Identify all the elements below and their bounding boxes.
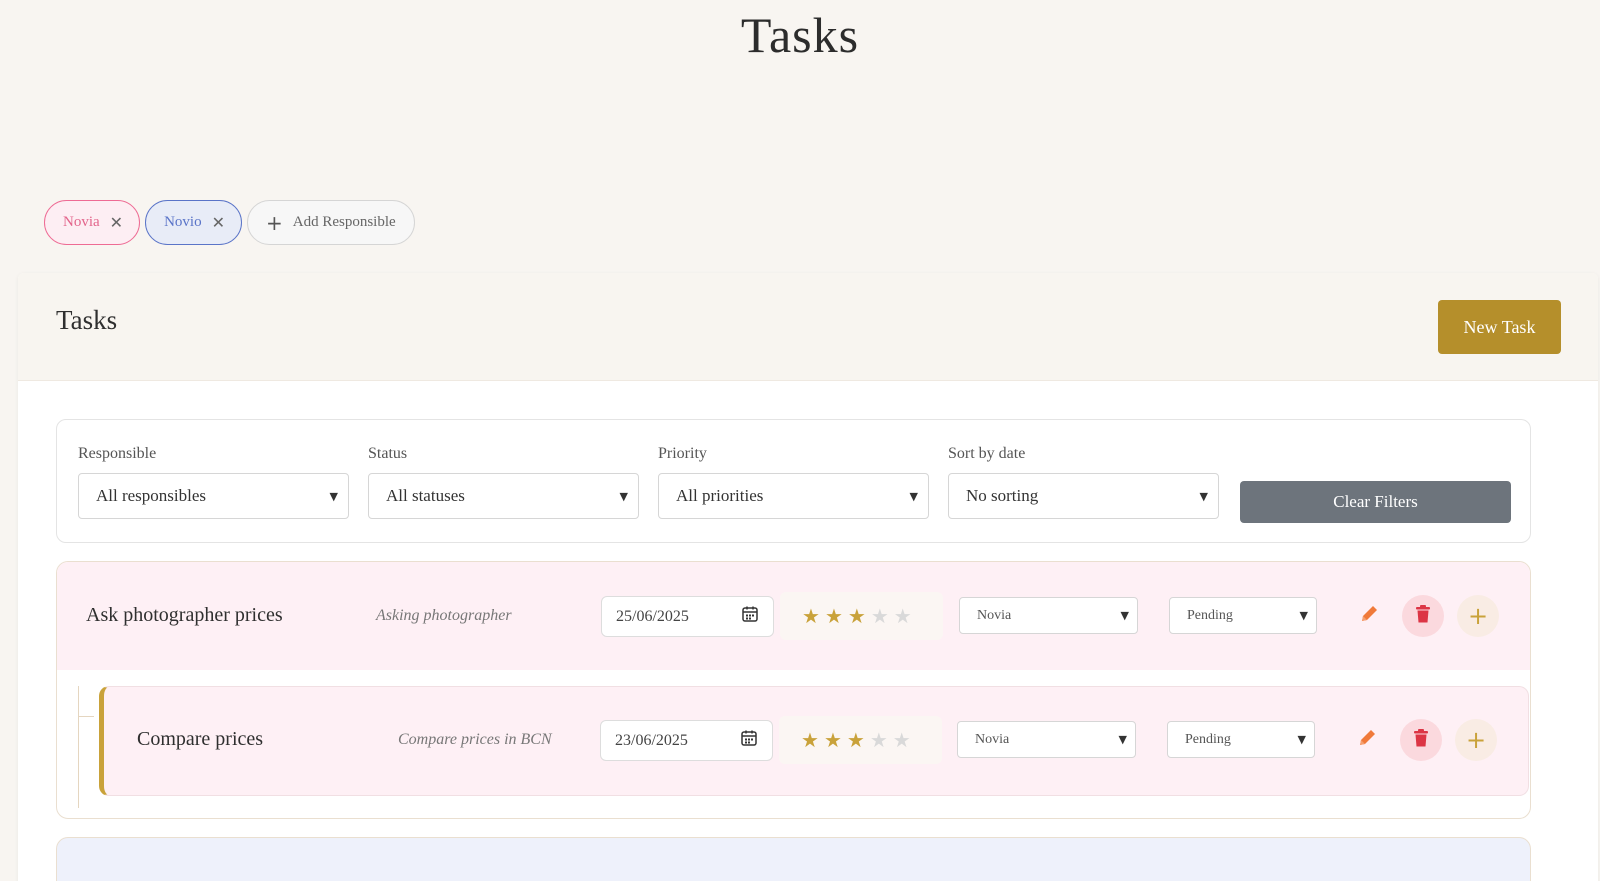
calendar-icon[interactable] <box>741 605 759 628</box>
task-description: Asking photographer <box>376 607 512 624</box>
priority-stars: ★ ★ ★ ★ ★ <box>779 716 942 764</box>
chevron-down-icon: ▼ <box>1199 489 1208 503</box>
select-value: No sorting <box>966 486 1039 505</box>
task-description: Compare prices in BCN <box>398 731 552 748</box>
add-responsible-button[interactable]: + Add Responsible <box>246 200 415 245</box>
task-responsible-select[interactable]: Novia ▼ <box>957 721 1136 758</box>
select-value: Novia <box>977 607 1012 623</box>
pencil-icon <box>1356 727 1378 754</box>
select-value: Pending <box>1187 607 1233 623</box>
task-group <box>56 837 1531 881</box>
chevron-down-icon: ▼ <box>1118 733 1127 746</box>
filter-label: Responsible <box>78 445 157 462</box>
responsible-select[interactable]: All responsibles ▼ <box>78 473 349 519</box>
edit-button[interactable] <box>1346 719 1388 761</box>
trash-icon <box>1414 604 1432 629</box>
delete-button[interactable] <box>1400 719 1442 761</box>
select-value: Novia <box>975 731 1010 747</box>
task-group: Ask photographer prices Asking photograp… <box>56 561 1531 819</box>
filters-bar: Responsible All responsibles ▼ Status Al… <box>56 419 1531 543</box>
filter-status: Status All statuses ▼ <box>368 445 639 519</box>
responsible-chip-label: Novio <box>164 214 202 230</box>
task-row: Ask photographer prices Asking photograp… <box>57 562 1530 670</box>
filter-sort: Sort by date No sorting ▼ <box>948 445 1219 519</box>
chevron-down-icon: ▼ <box>1120 609 1129 622</box>
task-status-select[interactable]: Pending ▼ <box>1167 721 1315 758</box>
pencil-icon <box>1358 603 1380 630</box>
star-icon[interactable]: ★ <box>847 728 865 752</box>
trash-icon <box>1412 728 1430 753</box>
priority-stars: ★ ★ ★ ★ ★ <box>780 592 943 640</box>
tasks-panel: Tasks New Task Responsible All responsib… <box>18 273 1598 881</box>
filter-priority: Priority All priorities ▼ <box>658 445 929 519</box>
filter-label: Priority <box>658 445 707 462</box>
responsible-chip-label: Novia <box>63 214 100 230</box>
responsible-chips: Novia ✕ Novio ✕ + Add Responsible <box>44 200 415 245</box>
chevron-down-icon: ▼ <box>329 489 338 503</box>
filter-label: Sort by date <box>948 445 1026 462</box>
calendar-icon[interactable] <box>740 729 758 752</box>
filter-responsible: Responsible All responsibles ▼ <box>78 445 349 519</box>
filter-label: Status <box>368 445 408 462</box>
task-title: Ask photographer prices <box>86 604 283 626</box>
star-icon[interactable]: ★ <box>802 604 820 628</box>
task-status-select[interactable]: Pending ▼ <box>1169 597 1317 634</box>
plus-icon: + <box>265 210 283 235</box>
chevron-down-icon: ▼ <box>909 489 918 503</box>
add-subtask-button[interactable]: + <box>1455 719 1497 761</box>
star-icon[interactable]: ★ <box>871 604 889 628</box>
select-value: All priorities <box>676 486 764 505</box>
plus-icon: + <box>1467 602 1489 630</box>
delete-button[interactable] <box>1402 595 1444 637</box>
star-icon[interactable]: ★ <box>801 728 819 752</box>
star-icon[interactable]: ★ <box>870 728 888 752</box>
responsible-chip-novia[interactable]: Novia ✕ <box>44 200 141 245</box>
close-icon[interactable]: ✕ <box>110 213 123 232</box>
edit-button[interactable] <box>1348 595 1390 637</box>
add-subtask-button[interactable]: + <box>1457 595 1499 637</box>
star-icon[interactable]: ★ <box>824 728 842 752</box>
add-responsible-label: Add Responsible <box>292 214 396 230</box>
panel-title: Tasks <box>56 305 118 335</box>
chevron-down-icon: ▼ <box>619 489 628 503</box>
task-date-input[interactable]: 25/06/2025 <box>601 596 774 637</box>
date-value: 23/06/2025 <box>615 731 688 749</box>
status-select[interactable]: All statuses ▼ <box>368 473 639 519</box>
task-title: Compare prices <box>137 728 264 750</box>
select-value: Pending <box>1185 731 1231 747</box>
star-icon[interactable]: ★ <box>894 604 912 628</box>
tree-connector <box>78 716 94 717</box>
responsible-chip-novio[interactable]: Novio ✕ <box>145 200 242 245</box>
star-icon[interactable]: ★ <box>825 604 843 628</box>
priority-select[interactable]: All priorities ▼ <box>658 473 929 519</box>
select-value: All statuses <box>386 486 465 505</box>
select-value: All responsibles <box>96 486 207 505</box>
tree-connector <box>78 686 79 808</box>
task-date-input[interactable]: 23/06/2025 <box>600 720 773 761</box>
chevron-down-icon: ▼ <box>1297 733 1306 746</box>
page-title: Tasks <box>740 7 860 63</box>
chevron-down-icon: ▼ <box>1299 609 1308 622</box>
sort-select[interactable]: No sorting ▼ <box>948 473 1219 519</box>
subtask-row: Compare prices Compare prices in BCN 23/… <box>99 686 1529 796</box>
star-icon[interactable]: ★ <box>893 728 911 752</box>
star-icon[interactable]: ★ <box>848 604 866 628</box>
clear-filters-button[interactable]: Clear Filters <box>1240 481 1511 523</box>
plus-icon: + <box>1465 726 1487 754</box>
task-responsible-select[interactable]: Novia ▼ <box>959 597 1138 634</box>
close-icon[interactable]: ✕ <box>212 213 225 232</box>
date-value: 25/06/2025 <box>616 607 689 625</box>
new-task-button[interactable]: New Task <box>1438 300 1561 354</box>
panel-header: Tasks New Task <box>18 273 1598 381</box>
